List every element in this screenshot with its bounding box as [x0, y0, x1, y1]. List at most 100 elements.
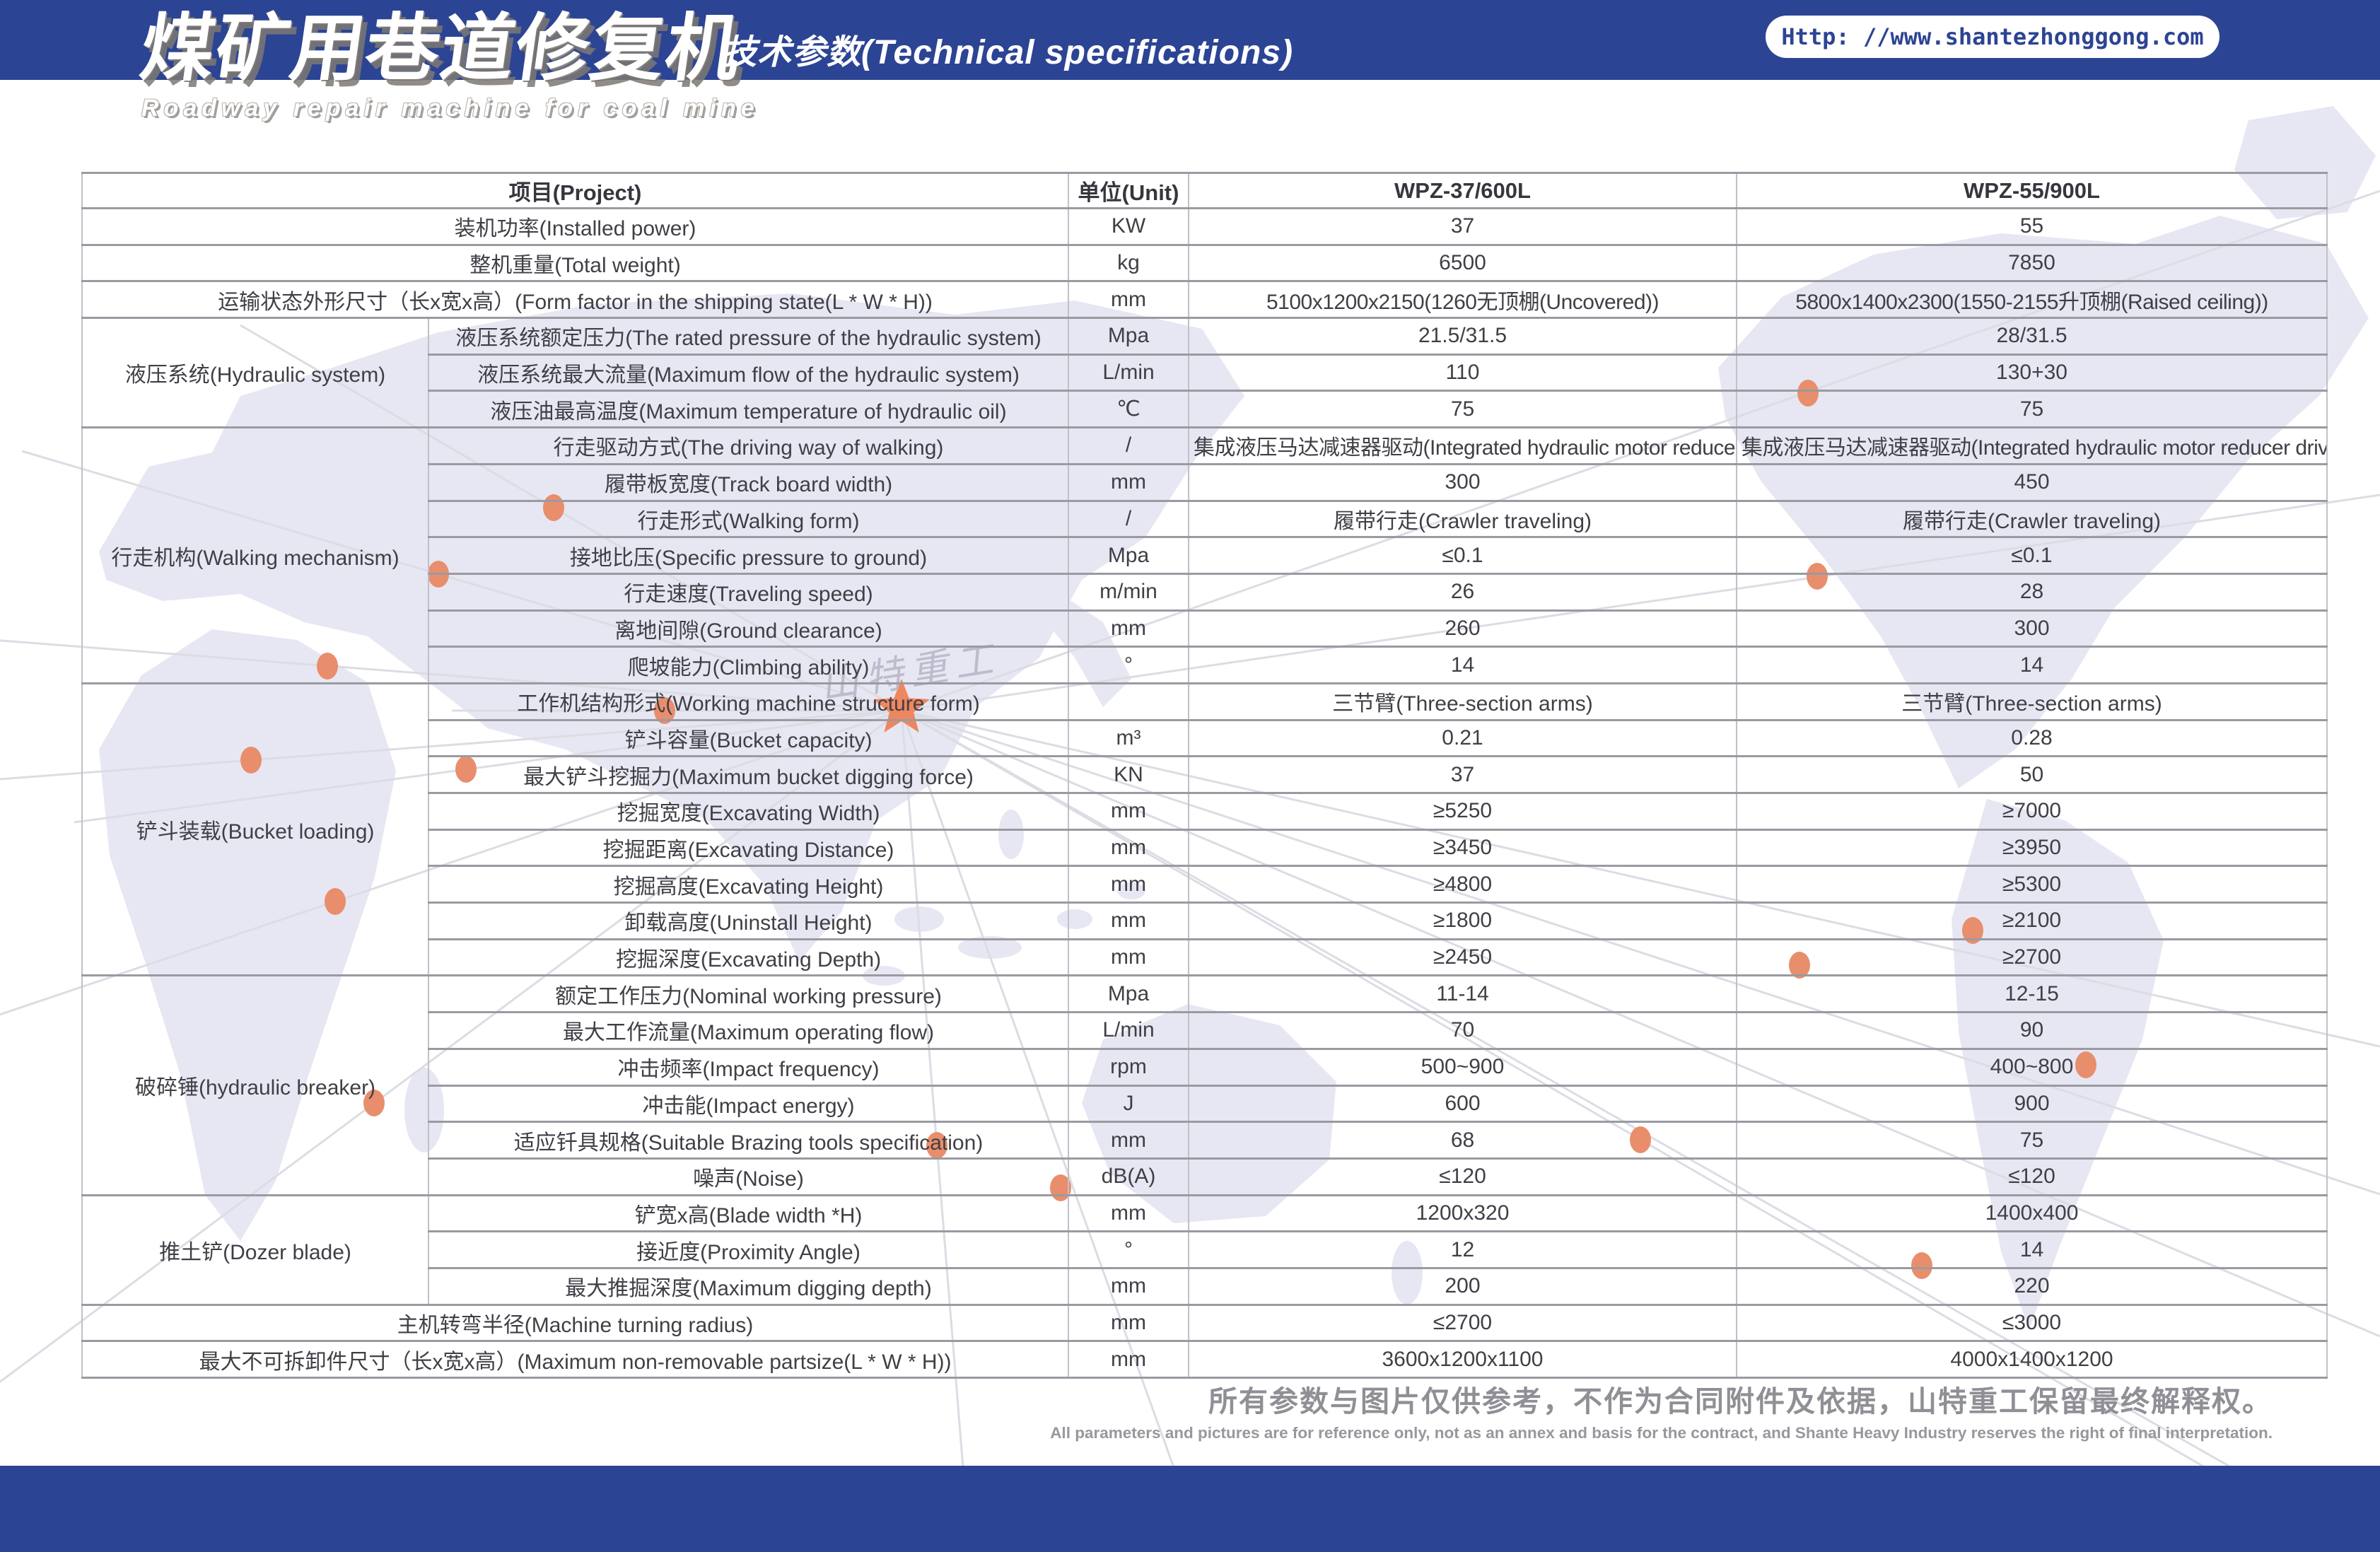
value-cell-wpz37: 0.21: [1189, 720, 1737, 757]
unit-cell: mm: [1068, 866, 1189, 903]
project-label-cell: 主机转弯半径(Machine turning radius): [82, 1305, 1068, 1341]
unit-cell: mm: [1068, 1341, 1189, 1378]
unit-cell: /: [1068, 428, 1189, 465]
value-cell-wpz55: 0.28: [1737, 720, 2327, 757]
value-cell-wpz37: 履带行走(Crawler traveling): [1189, 501, 1737, 537]
project-item-cell: 爬坡能力(Climbing ability): [428, 647, 1068, 684]
project-item-cell: 适应钎具规格(Suitable Brazing tools specificat…: [428, 1122, 1068, 1159]
project-item-cell: 最大铲斗挖掘力(Maximum bucket digging force): [428, 757, 1068, 793]
unit-cell: mm: [1068, 1305, 1189, 1341]
unit-cell: °: [1068, 1232, 1189, 1268]
table-row: 主机转弯半径(Machine turning radius)mm≤2700≤30…: [82, 1305, 2327, 1341]
table-row: 推土铲(Dozer blade)铲宽x高(Blade width *H)mm12…: [82, 1195, 2327, 1232]
value-cell-wpz37: 6500: [1189, 245, 1737, 281]
value-cell-wpz55: ≥7000: [1737, 793, 2327, 830]
project-item-cell: 最大推掘深度(Maximum digging depth): [428, 1268, 1068, 1305]
table-row: 行走机构(Walking mechanism)行走驱动方式(The drivin…: [82, 428, 2327, 465]
logo-title: 煤矿用巷道修复机: [136, 11, 764, 85]
value-cell-wpz55: 900: [1737, 1085, 2327, 1122]
value-cell-wpz55: 4000x1400x1200: [1737, 1341, 2327, 1378]
value-cell-wpz37: ≤2700: [1189, 1305, 1737, 1341]
project-item-cell: 履带板宽度(Track board width): [428, 464, 1068, 501]
value-cell-wpz55: 14: [1737, 647, 2327, 684]
spec-sheet-page: 山特重工 煤矿用巷道修复机 Roadway repair machine for…: [0, 0, 2380, 1552]
value-cell-wpz37: ≥3450: [1189, 829, 1737, 866]
project-item-cell: 铲宽x高(Blade width *H): [428, 1195, 1068, 1232]
unit-cell: mm: [1068, 1122, 1189, 1159]
website-badge: Http: //www.shantezhonggong.com: [1766, 16, 2219, 58]
footer-bar: [0, 1466, 2380, 1552]
unit-cell: mm: [1068, 464, 1189, 501]
disclaimer-en: All parameters and pictures are for refe…: [1050, 1424, 2273, 1442]
unit-cell: Mpa: [1068, 976, 1189, 1013]
value-cell-wpz55: 55: [1737, 209, 2327, 245]
project-item-cell: 行走驱动方式(The driving way of walking): [428, 428, 1068, 465]
unit-cell: rpm: [1068, 1049, 1189, 1085]
project-group-cell: 液压系统(Hydraulic system): [82, 318, 428, 428]
value-cell-wpz55: 28/31.5: [1737, 318, 2327, 355]
unit-cell: ℃: [1068, 391, 1189, 428]
table-row: 最大不可拆卸件尺寸（长x宽x高）(Maximum non-removable p…: [82, 1341, 2327, 1378]
unit-cell: mm: [1068, 829, 1189, 866]
project-group-cell: 推土铲(Dozer blade): [82, 1195, 428, 1305]
spec-table: 项目(Project) 单位(Unit) WPZ-37/600L WPZ-55/…: [81, 172, 2328, 1379]
value-cell-wpz55: 5800x1400x2300(1550-2155升顶棚(Raised ceili…: [1737, 281, 2327, 318]
logo: 煤矿用巷道修复机 Roadway repair machine for coal…: [141, 11, 759, 122]
table-row: 装机功率(Installed power)KW3755: [82, 209, 2327, 245]
project-group-cell: 破碎锤(hydraulic breaker): [82, 976, 428, 1195]
unit-cell: kg: [1068, 245, 1189, 281]
unit-cell: mm: [1068, 903, 1189, 940]
unit-cell: dB(A): [1068, 1158, 1189, 1195]
value-cell-wpz55: 三节臂(Three-section arms): [1737, 683, 2327, 720]
value-cell-wpz37: 11-14: [1189, 976, 1737, 1013]
value-cell-wpz55: 75: [1737, 1122, 2327, 1159]
project-item-cell: 冲击能(Impact energy): [428, 1085, 1068, 1122]
value-cell-wpz37: 1200x320: [1189, 1195, 1737, 1232]
unit-cell: [1068, 683, 1189, 720]
table-row: 破碎锤(hydraulic breaker)额定工作压力(Nominal wor…: [82, 976, 2327, 1013]
value-cell-wpz37: ≥5250: [1189, 793, 1737, 830]
value-cell-wpz55: 履带行走(Crawler traveling): [1737, 501, 2327, 537]
project-item-cell: 行走速度(Traveling speed): [428, 573, 1068, 610]
value-cell-wpz55: ≤0.1: [1737, 537, 2327, 574]
value-cell-wpz37: 14: [1189, 647, 1737, 684]
unit-cell: °: [1068, 647, 1189, 684]
table-header-row: 项目(Project) 单位(Unit) WPZ-37/600L WPZ-55/…: [82, 173, 2327, 209]
project-label-cell: 最大不可拆卸件尺寸（长x宽x高）(Maximum non-removable p…: [82, 1341, 1068, 1378]
value-cell-wpz37: 5100x1200x2150(1260无顶棚(Uncovered)): [1189, 281, 1737, 318]
value-cell-wpz37: 26: [1189, 573, 1737, 610]
value-cell-wpz55: ≤120: [1737, 1158, 2327, 1195]
value-cell-wpz37: ≥1800: [1189, 903, 1737, 940]
value-cell-wpz37: 300: [1189, 464, 1737, 501]
disclaimer: 所有参数与图片仅供参考，不作为合同附件及依据，山特重工保留最终解释权。 All …: [1050, 1377, 2273, 1442]
value-cell-wpz37: 37: [1189, 209, 1737, 245]
value-cell-wpz37: ≥4800: [1189, 866, 1737, 903]
value-cell-wpz55: ≥5300: [1737, 866, 2327, 903]
unit-cell: Mpa: [1068, 318, 1189, 355]
value-cell-wpz37: 12: [1189, 1232, 1737, 1268]
value-cell-wpz55: 400~800: [1737, 1049, 2327, 1085]
unit-cell: mm: [1068, 610, 1189, 647]
project-item-cell: 接地比压(Specific pressure to ground): [428, 537, 1068, 574]
value-cell-wpz37: 75: [1189, 391, 1737, 428]
project-item-cell: 工作机结构形式(Working machine structure form): [428, 683, 1068, 720]
value-cell-wpz55: 7850: [1737, 245, 2327, 281]
value-cell-wpz55: 28: [1737, 573, 2327, 610]
project-item-cell: 最大工作流量(Maximum operating flow): [428, 1013, 1068, 1049]
project-item-cell: 铲斗容量(Bucket capacity): [428, 720, 1068, 757]
unit-cell: J: [1068, 1085, 1189, 1122]
value-cell-wpz55: 75: [1737, 391, 2327, 428]
table-row: 运输状态外形尺寸（长x宽x高）(Form factor in the shipp…: [82, 281, 2327, 318]
value-cell-wpz55: 12-15: [1737, 976, 2327, 1013]
unit-cell: mm: [1068, 281, 1189, 318]
value-cell-wpz37: ≤120: [1189, 1158, 1737, 1195]
value-cell-wpz55: 130+30: [1737, 354, 2327, 391]
project-item-cell: 挖掘宽度(Excavating Width): [428, 793, 1068, 830]
value-cell-wpz37: 200: [1189, 1268, 1737, 1305]
project-label-cell: 装机功率(Installed power): [82, 209, 1068, 245]
value-cell-wpz55: 450: [1737, 464, 2327, 501]
value-cell-wpz37: ≤0.1: [1189, 537, 1737, 574]
project-item-cell: 冲击频率(Impact frequency): [428, 1049, 1068, 1085]
value-cell-wpz55: 1400x400: [1737, 1195, 2327, 1232]
project-item-cell: 噪声(Noise): [428, 1158, 1068, 1195]
